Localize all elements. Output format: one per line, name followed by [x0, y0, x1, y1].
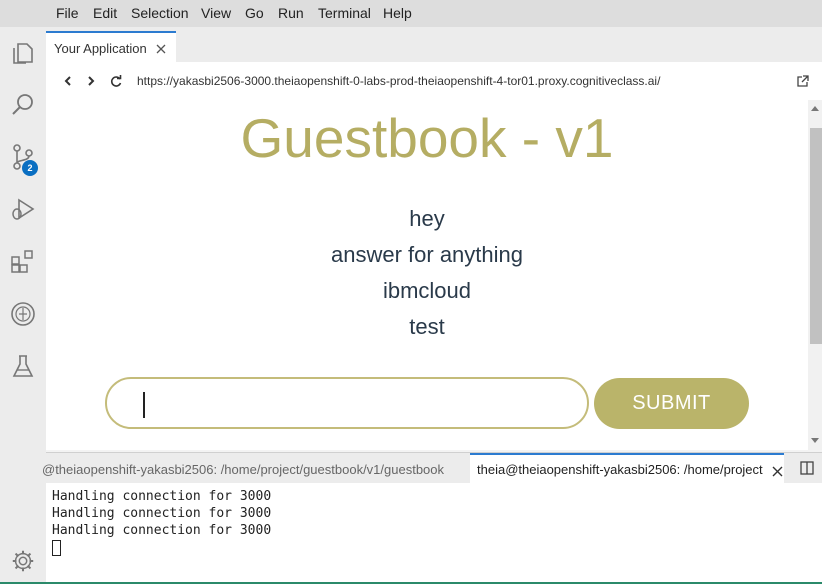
list-item: ibmcloud	[382, 278, 472, 303]
scroll-up-icon[interactable]	[811, 106, 819, 111]
url-field[interactable]: https://yakasbi2506-3000.theiaopenshift-…	[137, 74, 660, 88]
terminal-tab-label: theia@theiaopenshift-yakasbi2506: /home/…	[477, 462, 763, 477]
list-item: test	[409, 314, 445, 339]
guestbook-input[interactable]	[105, 377, 589, 429]
test-icon[interactable]	[9, 352, 37, 380]
menu-view[interactable]: View	[201, 5, 231, 21]
list-item: hey	[409, 206, 445, 231]
search-icon[interactable]	[9, 91, 37, 119]
preview-scrollbar[interactable]	[808, 100, 822, 450]
browser-url-bar: https://yakasbi2506-3000.theiaopenshift-…	[46, 62, 822, 100]
terminal-panel[interactable]: Handling connection for 3000 Handling co…	[46, 483, 822, 584]
gear-icon[interactable]	[10, 548, 36, 574]
back-icon[interactable]	[61, 74, 75, 88]
menu-selection[interactable]: Selection	[131, 5, 189, 21]
list-item: answer for anything	[331, 242, 523, 267]
page-title: Guestbook - v1	[240, 107, 614, 169]
terminal-cursor	[52, 540, 61, 556]
terminal-line: Handling connection for 3000	[52, 523, 272, 538]
refresh-icon[interactable]	[109, 74, 123, 88]
tab-label: Your Application	[54, 41, 147, 56]
scm-badge: 2	[22, 160, 38, 176]
debug-icon[interactable]	[9, 195, 37, 223]
menu-terminal[interactable]: Terminal	[318, 5, 371, 21]
guestbook-entries: hey answer for anything ibmcloud test	[46, 203, 808, 347]
menu-go[interactable]: Go	[245, 5, 264, 21]
split-terminal-icon[interactable]	[800, 461, 814, 475]
openshift-icon[interactable]	[9, 300, 37, 328]
tab-terminal-guestbook[interactable]: @theiaopenshift-yakasbi2506: /home/proje…	[42, 462, 444, 477]
menu-help[interactable]: Help	[383, 5, 412, 21]
menu-file[interactable]: File	[56, 5, 79, 21]
scrollbar-thumb[interactable]	[810, 128, 822, 344]
explorer-icon[interactable]	[9, 39, 37, 67]
terminal-line: Handling connection for 3000	[52, 506, 272, 521]
close-icon[interactable]	[771, 465, 784, 478]
menu-bar: File Edit Selection View Go Run Terminal…	[0, 0, 822, 27]
tab-your-application[interactable]: Your Application	[46, 31, 176, 62]
menu-edit[interactable]: Edit	[93, 5, 117, 21]
open-external-icon[interactable]	[796, 75, 809, 88]
text-caret	[143, 392, 145, 418]
scroll-down-icon[interactable]	[811, 438, 819, 443]
extensions-icon[interactable]	[9, 248, 37, 276]
editor-tab-bar: Your Application	[46, 27, 822, 62]
forward-icon[interactable]	[84, 74, 98, 88]
terminal-tab-bar: @theiaopenshift-yakasbi2506: /home/proje…	[42, 452, 822, 484]
terminal-line: Handling connection for 3000	[52, 489, 272, 504]
guestbook-preview: Guestbook - v1 hey answer for anything i…	[46, 100, 808, 450]
submit-button[interactable]: SUBMIT	[594, 378, 749, 429]
menu-run[interactable]: Run	[278, 5, 304, 21]
close-icon[interactable]	[154, 42, 168, 56]
activity-bar: 2	[0, 27, 46, 584]
tab-terminal-project[interactable]: theia@theiaopenshift-yakasbi2506: /home/…	[470, 453, 784, 484]
